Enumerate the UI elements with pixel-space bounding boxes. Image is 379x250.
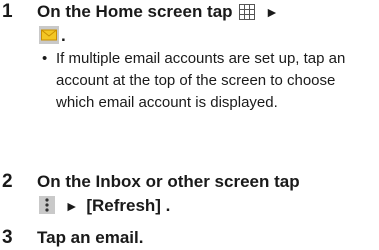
step-number: 3 [2, 227, 13, 248]
arrow-right-icon: ► [265, 4, 279, 20]
step-3-line-1: Tap an email. [37, 226, 143, 250]
step-1-line-1: On the Home screen tap ► [37, 0, 282, 27]
step-2-line-1: On the Inbox or other screen tap [37, 170, 300, 194]
step-text-end: . [61, 26, 66, 45]
arrow-right-icon: ► [64, 198, 79, 214]
menu-kebab-icon [39, 196, 55, 221]
step-text: Tap an email. [37, 228, 144, 247]
bullet-icon: • [42, 50, 48, 67]
step-2-line-2: ► [Refresh] . [37, 194, 170, 221]
step-number: 2 [2, 171, 13, 192]
step-1-line-2: . [37, 24, 66, 51]
step-text: On the Inbox or other screen tap [37, 172, 300, 191]
note-text: If multiple email accounts are set up, t… [56, 50, 346, 111]
step-text: On the Home screen tap [37, 2, 233, 21]
apps-grid-icon [239, 3, 256, 27]
step-number: 1 [2, 1, 13, 22]
menu-item-refresh: [Refresh] . [86, 196, 171, 215]
